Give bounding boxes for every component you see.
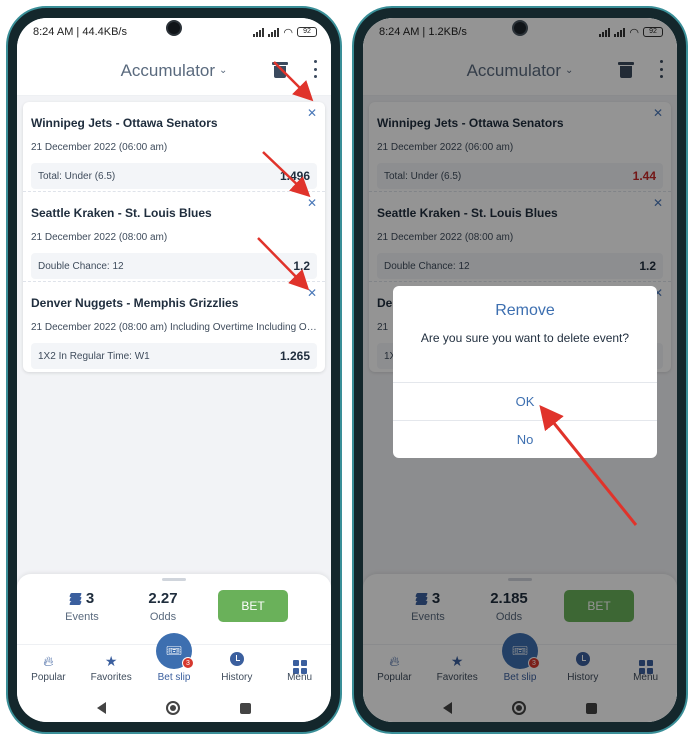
close-icon[interactable]: ✕ (307, 197, 317, 209)
nav-popular[interactable]: 🔥︎ Popular (17, 645, 80, 688)
signal-icon (268, 27, 280, 37)
wifi-icon: ◠ (283, 26, 293, 39)
event-market: Double Chance: 12 (38, 260, 124, 272)
event-teams: Winnipeg Jets - Ottawa Senators (31, 116, 218, 130)
event-odd: 1.265 (279, 349, 310, 363)
event-bet: 1X2 In Regular Time: W1 1.265 (31, 343, 317, 369)
system-nav (17, 688, 331, 722)
close-icon[interactable]: ✕ (307, 287, 317, 299)
more-options-icon[interactable] (313, 60, 317, 78)
ok-button[interactable]: OK (393, 382, 657, 420)
home-icon[interactable] (166, 701, 180, 715)
nav-betslip[interactable]: 🎟︎ 3 Bet slip (143, 633, 206, 688)
close-icon[interactable]: ✕ (307, 107, 317, 119)
dialog-title: Remove (495, 302, 555, 319)
events-count: 3 Events (65, 590, 99, 623)
drag-handle[interactable] (162, 578, 186, 581)
event-market: 1X2 In Regular Time: W1 (38, 350, 150, 362)
clock-icon (229, 652, 244, 666)
event-date: 21 December 2022 (08:00 am) Including Ov… (31, 322, 317, 333)
screen-right: 8:24 AM | 1.2KB/s ◠ 92 Accumulator ⌄ ✕ W… (363, 18, 677, 722)
bet-button[interactable]: BET (218, 590, 288, 622)
phone-left: 8:24 AM | 44.4KB/s ◠ 92 Accumulator ⌄ ✕ … (6, 6, 342, 734)
event-date: 21 December 2022 (08:00 am) (31, 232, 168, 243)
front-camera (166, 20, 182, 36)
event-odd: 1.496 (279, 169, 310, 183)
event-list: ✕ Winnipeg Jets - Ottawa Senators 21 Dec… (23, 102, 325, 372)
bottom-nav: 🔥︎ Popular ★ Favorites 🎟︎ 3 Bet slip His… (17, 633, 331, 688)
page-title: Accumulator (120, 60, 216, 80)
betslip-badge: 3 (181, 657, 194, 669)
bet-type-dropdown[interactable]: Accumulator ⌄ (121, 61, 228, 81)
event-bet: Double Chance: 12 1.2 (31, 253, 317, 279)
event-odd: 1.2 (293, 259, 310, 273)
signal-icon (253, 27, 265, 37)
chevron-down-icon: ⌄ (219, 65, 228, 76)
battery-icon: 92 (297, 27, 317, 37)
front-camera (512, 20, 528, 36)
flame-icon: 🔥︎ (43, 653, 54, 669)
event-teams: Seattle Kraken - St. Louis Blues (31, 206, 212, 220)
list-item: ✕ Seattle Kraken - St. Louis Blues 21 De… (23, 192, 325, 282)
dialog-message: Are you sure you want to delete event? (420, 331, 630, 345)
nav-menu[interactable]: Menu (268, 645, 331, 688)
total-odds: 2.27 Odds (148, 590, 178, 623)
layers-icon (69, 593, 82, 605)
nav-history[interactable]: History (205, 645, 268, 688)
screen-left: 8:24 AM | 44.4KB/s ◠ 92 Accumulator ⌄ ✕ … (17, 18, 331, 722)
nav-favorites[interactable]: ★ Favorites (80, 645, 143, 688)
trash-icon[interactable] (272, 62, 288, 78)
event-date: 21 December 2022 (06:00 am) (31, 142, 168, 153)
list-item: ✕ Winnipeg Jets - Ottawa Senators 21 Dec… (23, 102, 325, 192)
event-bet: Total: Under (6.5) 1.496 (31, 163, 317, 189)
recents-icon[interactable] (240, 702, 251, 714)
app-header: Accumulator ⌄ (17, 46, 331, 96)
no-button[interactable]: No (393, 420, 657, 458)
event-market: Total: Under (6.5) (38, 170, 116, 182)
event-teams: Denver Nuggets - Memphis Grizzlies (31, 296, 239, 310)
phone-right: 8:24 AM | 1.2KB/s ◠ 92 Accumulator ⌄ ✕ W… (352, 6, 688, 734)
list-item: ✕ Denver Nuggets - Memphis Grizzlies 21 … (23, 282, 325, 372)
remove-dialog: Remove Are you sure you want to delete e… (393, 286, 657, 458)
back-icon[interactable] (97, 702, 106, 714)
star-icon: ★ (104, 653, 118, 669)
status-time: 8:24 AM | 44.4KB/s (33, 26, 127, 38)
